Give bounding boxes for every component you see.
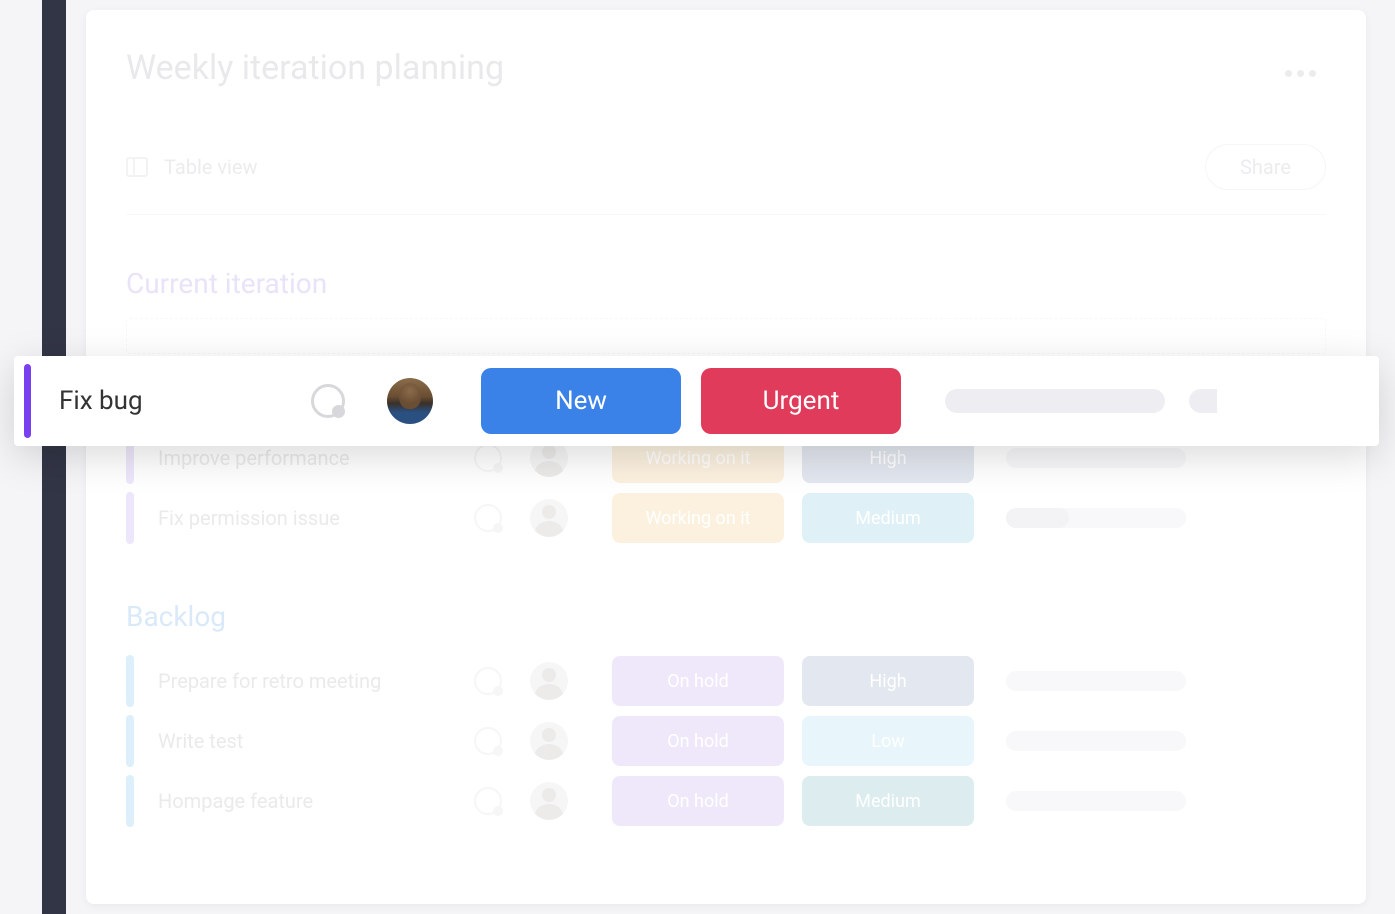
table-row[interactable]: Write test On hold Low [126,711,1326,771]
view-label: Table view [164,155,258,179]
comment-icon[interactable] [474,787,502,815]
board-container: Weekly iteration planning Table view Sha… [86,10,1366,904]
assignee-avatar[interactable] [387,378,433,424]
row-accent [126,492,134,544]
row-accent [126,775,134,827]
assignee-avatar[interactable] [530,782,568,820]
progress-cell[interactable] [1006,448,1186,468]
more-options-icon[interactable] [1285,70,1316,77]
priority-cell[interactable]: Urgent [701,368,901,434]
assignee-avatar[interactable] [530,722,568,760]
priority-cell[interactable]: Medium [802,493,974,543]
column-header-row [126,318,1326,354]
progress-cell[interactable] [945,389,1165,413]
view-selector[interactable]: Table view [126,155,258,179]
table-row[interactable]: Prepare for retro meeting On hold High [126,651,1326,711]
task-title[interactable]: Hompage feature [134,789,474,813]
status-cell[interactable]: On hold [612,776,784,826]
comment-icon[interactable] [474,727,502,755]
status-cell[interactable]: New [481,368,681,434]
progress-cell[interactable] [1006,731,1186,751]
table-row[interactable]: Fix permission issue Working on it Mediu… [126,488,1326,548]
task-title[interactable]: Write test [134,729,474,753]
row-accent [126,655,134,707]
view-toolbar: Table view Share [126,144,1326,215]
priority-cell[interactable]: High [802,656,974,706]
priority-cell[interactable]: Medium [802,776,974,826]
priority-cell[interactable]: Low [802,716,974,766]
extra-cell [1189,389,1217,413]
section-title-current-iteration[interactable]: Current iteration [126,267,1326,300]
progress-cell[interactable] [1006,508,1186,528]
row-accent [126,715,134,767]
highlighted-task-row[interactable]: Fix bug New Urgent [14,356,1379,446]
board-title[interactable]: Weekly iteration planning [126,48,1326,88]
share-button[interactable]: Share [1205,144,1326,190]
row-accent [24,364,31,438]
table-row[interactable]: Hompage feature On hold Medium [126,771,1326,831]
assignee-avatar[interactable] [530,662,568,700]
sidebar-stripe [42,0,66,914]
comment-icon[interactable] [474,504,502,532]
task-title[interactable]: Prepare for retro meeting [134,669,474,693]
assignee-avatar[interactable] [530,499,568,537]
section-title-backlog[interactable]: Backlog [126,600,1326,633]
status-cell[interactable]: On hold [612,656,784,706]
status-cell[interactable]: On hold [612,716,784,766]
task-title[interactable]: Fix permission issue [134,506,474,530]
comment-icon[interactable] [474,444,502,472]
table-view-icon [126,157,148,177]
progress-cell[interactable] [1006,671,1186,691]
task-title[interactable]: Fix bug [31,386,311,416]
status-cell[interactable]: Working on it [612,493,784,543]
comment-icon[interactable] [474,667,502,695]
comment-icon[interactable] [311,384,345,418]
task-title[interactable]: Improve performance [134,446,474,470]
progress-cell[interactable] [1006,791,1186,811]
